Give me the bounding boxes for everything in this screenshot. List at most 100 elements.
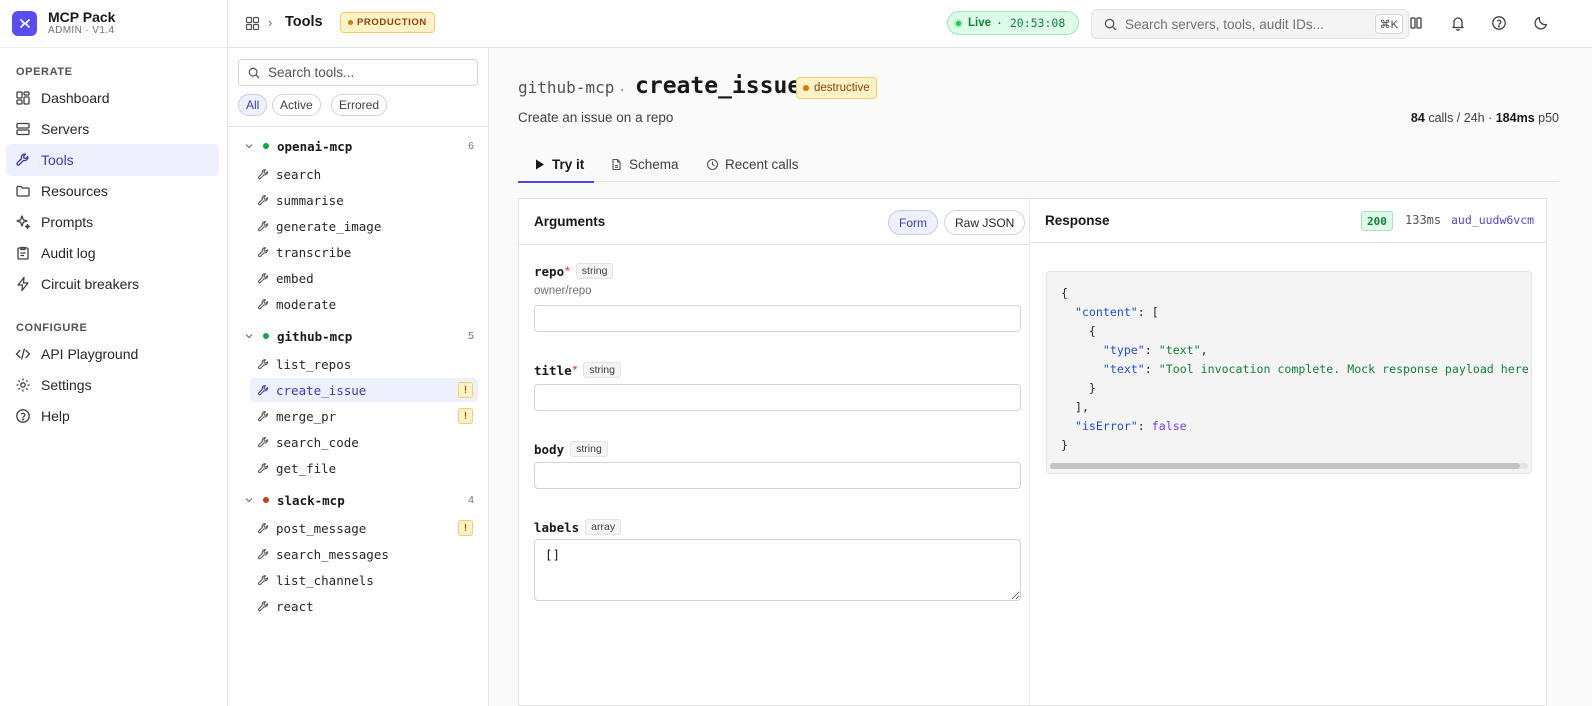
field-name: repo <box>534 263 565 279</box>
audit-id-link[interactable]: aud_uudw6vcm <box>1451 213 1534 227</box>
wrench-icon <box>258 384 268 395</box>
tool-item[interactable]: get_file <box>250 456 478 480</box>
nav-item-servers[interactable]: Servers <box>6 113 219 145</box>
tool-item[interactable]: moderate <box>250 292 478 316</box>
tool-name: transcribe <box>276 244 352 260</box>
title-input[interactable] <box>534 384 1021 411</box>
wrench-icon <box>258 548 268 559</box>
response-json-viewer[interactable]: { "content": [ { "type": "text", "text":… <box>1046 271 1532 474</box>
filter-active[interactable]: Active <box>272 94 321 116</box>
nav-item-tools[interactable]: Tools <box>6 144 219 176</box>
nav-item-prompts[interactable]: Prompts <box>6 206 219 238</box>
tools-search[interactable] <box>238 59 478 86</box>
nav-item-label: API Playground <box>41 346 139 362</box>
tab-recent-calls[interactable]: Recent calls <box>706 146 799 182</box>
tool-name: search_messages <box>276 546 389 562</box>
nav-item-help[interactable]: Help <box>6 400 219 432</box>
nav-item-audit-log[interactable]: Audit log <box>6 237 219 269</box>
tab-schema[interactable]: Schema <box>610 146 679 182</box>
tab-try-it[interactable]: Try it <box>518 146 594 183</box>
tool-item[interactable]: search <box>250 162 478 186</box>
tools-panel: All Active Errored openai-mcp 6 search s… <box>228 48 489 706</box>
tool-item[interactable]: embed <box>250 266 478 290</box>
tab-label: Schema <box>629 156 679 172</box>
tool-separator: . <box>620 78 625 95</box>
tool-item[interactable]: generate_image <box>250 214 478 238</box>
nav-item-label: Dashboard <box>41 90 110 106</box>
json-key: "type" <box>1102 343 1145 357</box>
global-search[interactable]: ⌘K <box>1091 9 1409 39</box>
moon-icon[interactable] <box>1533 15 1549 31</box>
tool-name: search_code <box>276 434 359 450</box>
brand[interactable]: MCP Pack ADMIN · V1.4 <box>0 0 227 48</box>
arguments-header: Arguments Form Raw JSON <box>519 199 1036 245</box>
horizontal-scrollbar[interactable] <box>1050 463 1528 469</box>
server-group-header[interactable]: slack-mcp 4 <box>244 490 474 510</box>
warning-badge: ! <box>458 382 473 398</box>
server-group-header[interactable]: github-mcp 5 <box>244 326 474 346</box>
nav-item-dashboard[interactable]: Dashboard <box>6 82 219 114</box>
filter-all[interactable]: All <box>238 94 268 116</box>
tool-item[interactable]: list_channels <box>250 568 478 592</box>
mode-raw-json-button[interactable]: Raw JSON <box>944 210 1026 235</box>
nav-item-api-playground[interactable]: API Playground <box>6 338 219 370</box>
tools-search-input[interactable] <box>268 65 468 80</box>
wrench-icon <box>258 272 268 283</box>
environment-label: PRODUCTION <box>357 17 427 28</box>
nav-item-circuit-breakers[interactable]: Circuit breakers <box>6 268 219 300</box>
help-icon[interactable] <box>1491 15 1507 31</box>
field-label-repo: repo * string <box>534 263 614 279</box>
destructive-label: destructive <box>814 82 870 94</box>
wrench-icon <box>258 358 268 369</box>
bell-icon[interactable] <box>1450 15 1466 31</box>
main-content: github-mcp . create_issue destructive Cr… <box>489 48 1592 706</box>
tool-item[interactable]: post_message! <box>250 516 478 540</box>
body-input[interactable] <box>534 462 1021 489</box>
tool-item[interactable]: list_repos <box>250 352 478 376</box>
scrollbar-thumb[interactable] <box>1050 463 1520 469</box>
live-clock: · 20:53:08 <box>996 16 1066 30</box>
status-dot <box>803 85 809 91</box>
tool-stats: 84 calls / 24h · 184ms p50 <box>1411 111 1559 125</box>
repo-input[interactable] <box>534 305 1021 332</box>
tool-item[interactable]: react <box>250 594 478 618</box>
tool-name: list_repos <box>276 356 352 372</box>
wrench-icon <box>258 168 268 179</box>
divider <box>228 126 489 127</box>
document-icon <box>612 158 621 170</box>
json-string: "Tool invocation complete. Mock response… <box>1158 362 1532 376</box>
status-dot <box>348 20 353 25</box>
arguments-title: Arguments <box>534 214 606 229</box>
tool-item[interactable]: merge_pr! <box>250 404 478 428</box>
filter-errored[interactable]: Errored <box>331 94 388 116</box>
field-type-badge: string <box>575 263 614 279</box>
nav-item-resources[interactable]: Resources <box>6 175 219 207</box>
tool-name: get_file <box>276 460 337 476</box>
server-group-name: slack-mcp <box>277 492 345 508</box>
global-search-input[interactable] <box>1125 16 1365 32</box>
nav-item-label: Servers <box>41 121 90 137</box>
columns-icon[interactable] <box>1408 15 1424 31</box>
response-json: { "content": [ { "type": "text", "text":… <box>1061 284 1532 455</box>
server-group-header[interactable]: openai-mcp 6 <box>244 136 474 156</box>
tool-title: create_issue <box>635 73 802 99</box>
tool-item[interactable]: summarise <box>250 188 478 212</box>
tool-item-selected[interactable]: create_issue! <box>250 378 478 402</box>
brand-version: ADMIN · V1.4 <box>48 25 115 36</box>
tab-label: Try it <box>552 156 585 172</box>
tool-item[interactable]: search_code <box>250 430 478 454</box>
grid-icon[interactable] <box>245 16 260 31</box>
nav-item-settings[interactable]: Settings <box>6 369 219 401</box>
tool-item[interactable]: search_messages <box>250 542 478 566</box>
search-icon <box>248 67 260 79</box>
tool-item[interactable]: transcribe <box>250 240 478 264</box>
field-label-labels: labels array <box>534 519 622 535</box>
required-marker: * <box>572 363 578 377</box>
mode-form-button[interactable]: Form <box>888 210 938 235</box>
tool-name: react <box>276 598 314 614</box>
labels-textarea[interactable]: [] <box>534 539 1021 601</box>
status-dot <box>263 497 269 503</box>
code-icon <box>15 348 31 360</box>
calls-count: 84 <box>1410 111 1425 125</box>
nav-item-label: Circuit breakers <box>41 276 140 292</box>
